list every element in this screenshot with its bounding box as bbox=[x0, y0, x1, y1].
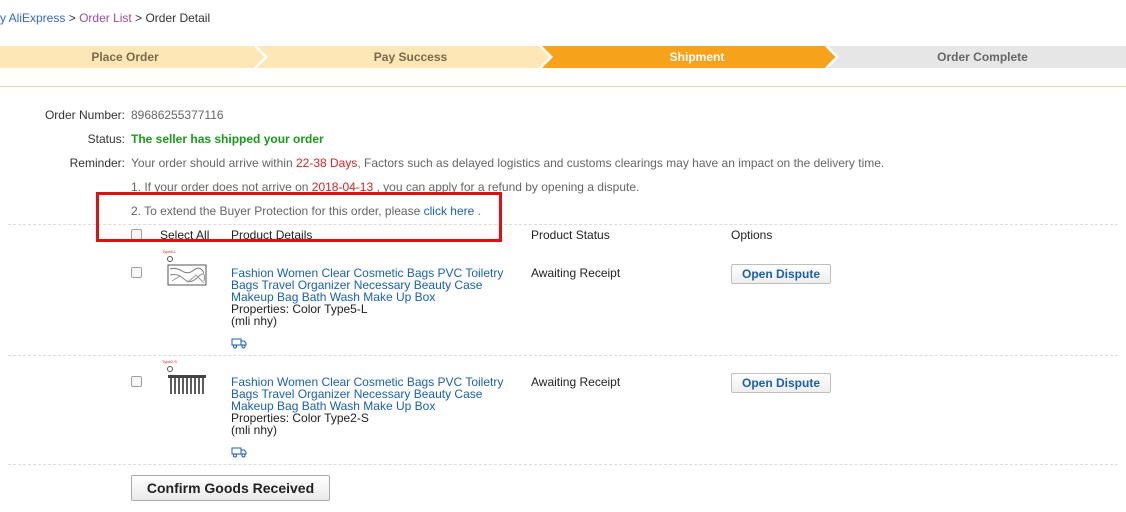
step-shipment: Shipment bbox=[669, 50, 725, 64]
product-thumbnail[interactable]: Type5-L bbox=[162, 249, 210, 293]
col-header-options: Options bbox=[731, 228, 773, 242]
thumb-tag: Type5-L bbox=[162, 249, 177, 254]
cosmetic-bag-image bbox=[167, 366, 206, 394]
reminder-text-post: , Factors such as delayed logistics and … bbox=[357, 156, 885, 170]
step-place-order: Place Order bbox=[91, 50, 159, 64]
row-divider bbox=[8, 355, 1118, 356]
breadcrumb: y AliExpress > Order List > Order Detail bbox=[0, 11, 210, 25]
breadcrumb-home-link[interactable]: y AliExpress bbox=[0, 11, 65, 25]
section-divider bbox=[0, 86, 1126, 87]
col-header-product-status: Product Status bbox=[531, 228, 610, 242]
breadcrumb-current: Order Detail bbox=[145, 11, 211, 25]
product-status: Awaiting Receipt bbox=[531, 266, 621, 280]
product-checkbox[interactable] bbox=[131, 267, 142, 278]
product-extra-note: (mli nhy) bbox=[231, 423, 278, 437]
thumb-tag: Type2-S bbox=[162, 359, 177, 364]
product-extra-note: (mli nhy) bbox=[231, 314, 278, 328]
reminder-days: 22-38 Days bbox=[295, 156, 358, 170]
status-label: Status: bbox=[87, 132, 125, 146]
confirm-goods-received-button[interactable]: Confirm Goods Received bbox=[131, 475, 330, 501]
product-checkbox[interactable] bbox=[131, 376, 142, 387]
row-divider bbox=[8, 464, 1118, 465]
annotation-highlight-box bbox=[96, 192, 502, 242]
breadcrumb-separator: > bbox=[68, 11, 76, 25]
order-progress-bar: Place Order Pay Success Shipment Order C… bbox=[0, 46, 1126, 68]
product-status: Awaiting Receipt bbox=[531, 375, 621, 389]
reminder-label: Reminder: bbox=[69, 156, 125, 170]
cosmetic-bag-image bbox=[167, 256, 207, 286]
breadcrumb-order-list-link[interactable]: Order List bbox=[79, 11, 132, 25]
step-order-complete: Order Complete bbox=[937, 50, 1028, 64]
order-number-value: 89686255377116 bbox=[131, 108, 224, 122]
open-dispute-button[interactable]: Open Dispute bbox=[731, 264, 831, 284]
step-pay-success: Pay Success bbox=[373, 50, 448, 64]
status-value: The seller has shipped your order bbox=[131, 132, 324, 146]
shipping-truck-icon[interactable] bbox=[231, 337, 248, 349]
product-title-link[interactable]: Fashion Women Clear Cosmetic Bags PVC To… bbox=[231, 267, 516, 303]
open-dispute-button[interactable]: Open Dispute bbox=[731, 373, 831, 393]
shipping-truck-icon[interactable] bbox=[231, 446, 248, 458]
product-title-link[interactable]: Fashion Women Clear Cosmetic Bags PVC To… bbox=[231, 376, 516, 412]
reminder-text: Your order should arrive within 22-38 Da… bbox=[131, 156, 884, 170]
breadcrumb-separator: > bbox=[135, 11, 143, 25]
order-number-label: Order Number: bbox=[44, 108, 125, 122]
product-thumbnail[interactable]: Type2-S bbox=[162, 359, 210, 403]
reminder-text-pre: Your order should arrive within bbox=[131, 156, 296, 170]
